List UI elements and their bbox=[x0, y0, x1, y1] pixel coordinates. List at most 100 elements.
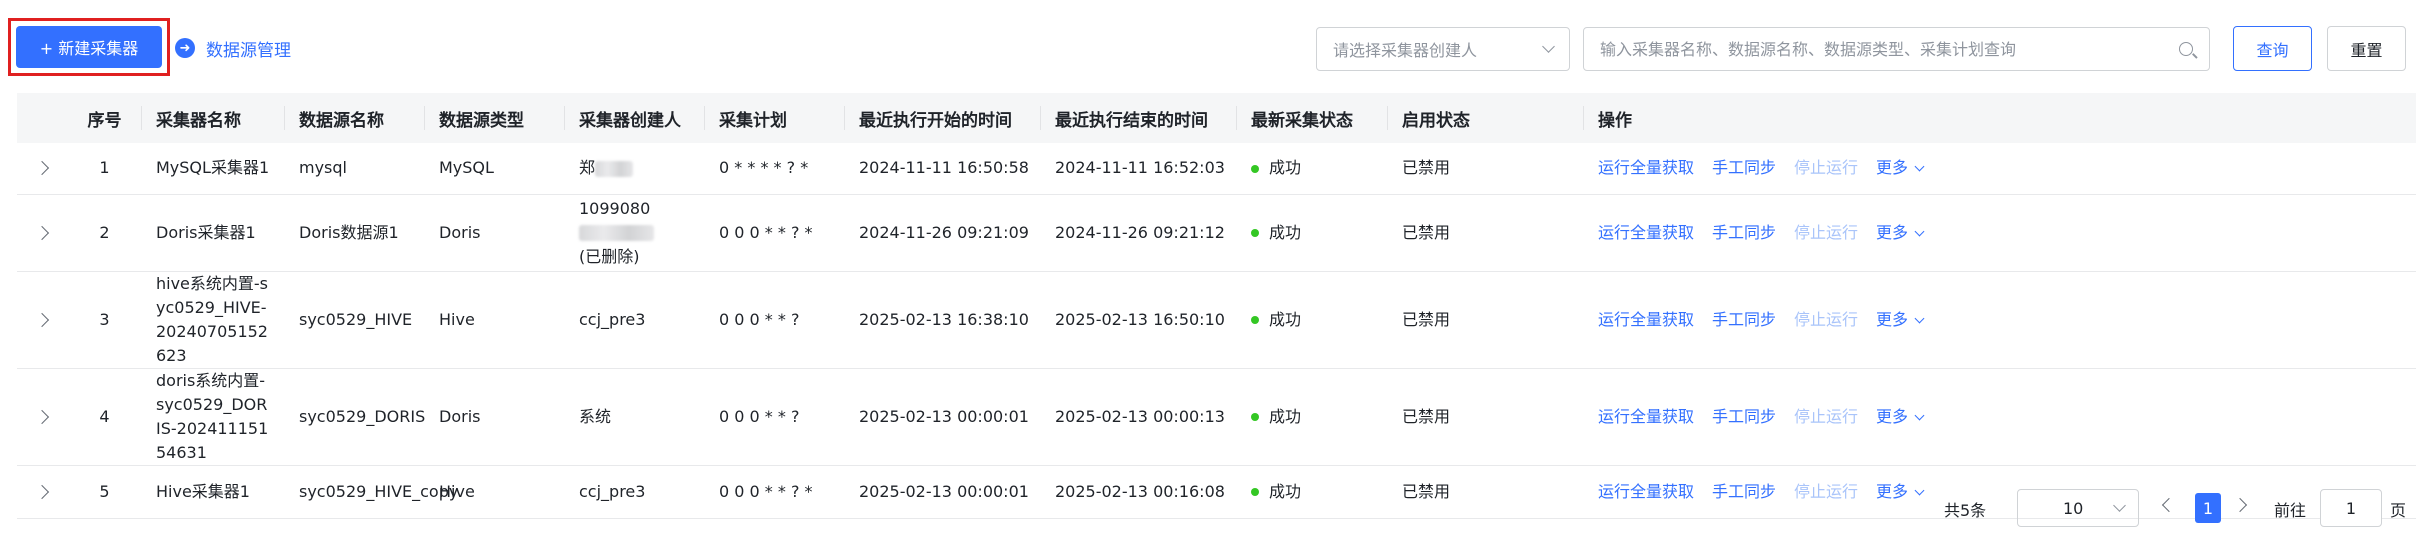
cell-last-status: 成功 bbox=[1237, 368, 1388, 466]
cell-enabled: 已禁用 bbox=[1388, 194, 1584, 272]
cell-last-status: 成功 bbox=[1237, 194, 1388, 272]
total-count: 共5条 bbox=[1944, 501, 1987, 520]
chevron-right-icon[interactable] bbox=[34, 225, 50, 240]
manual-sync-link[interactable]: 手工同步 bbox=[1712, 223, 1776, 242]
status-text: 成功 bbox=[1269, 309, 1302, 329]
search-icon[interactable] bbox=[2179, 42, 2193, 56]
cell-source-name: Doris数据源1 bbox=[285, 194, 425, 272]
prev-page-icon[interactable] bbox=[2161, 497, 2177, 513]
cell-index: 3 bbox=[67, 271, 142, 369]
query-button[interactable]: 查询 bbox=[2233, 26, 2312, 71]
cell-last-start: 2024-11-26 09:21:09 bbox=[845, 194, 1041, 272]
cell-collector-name: Doris采集器1 bbox=[142, 194, 285, 272]
header-expand bbox=[17, 93, 67, 143]
more-menu[interactable]: 更多 bbox=[1876, 407, 1925, 426]
more-label: 更多 bbox=[1876, 222, 1909, 242]
run-full-link[interactable]: 运行全量获取 bbox=[1598, 310, 1694, 329]
status-text: 成功 bbox=[1269, 406, 1302, 426]
cell-index: 4 bbox=[67, 368, 142, 466]
header-last-status: 最新采集状态 bbox=[1237, 93, 1388, 143]
cell-source-name: syc0529_HIVE bbox=[285, 271, 425, 369]
stop-run-link: 停止运行 bbox=[1794, 222, 1859, 242]
cell-index: 1 bbox=[67, 143, 142, 195]
status-dot-icon bbox=[1251, 229, 1259, 237]
next-page-icon[interactable] bbox=[2232, 497, 2248, 513]
more-menu[interactable]: 更多 bbox=[1876, 158, 1925, 177]
more-label: 更多 bbox=[1876, 309, 1909, 329]
cell-creator: 1099080 (已删除) bbox=[565, 194, 705, 272]
table-row: 2 Doris采集器1 Doris数据源1 Doris 1099080 (已删除… bbox=[17, 194, 2416, 272]
creator-name: 郑 bbox=[579, 158, 596, 178]
reset-button[interactable]: 重置 bbox=[2327, 26, 2406, 71]
header-source-name: 数据源名称 bbox=[285, 93, 425, 143]
manual-sync-link[interactable]: 手工同步 bbox=[1712, 407, 1776, 426]
run-full-link[interactable]: 运行全量获取 bbox=[1598, 223, 1694, 242]
header-last-start: 最近执行开始的时间 bbox=[845, 93, 1041, 143]
cell-collector-name: hive系统内置-syc0529_HIVE-20240705152623 bbox=[142, 271, 285, 369]
cell-last-status: 成功 bbox=[1237, 143, 1388, 195]
manual-sync-link[interactable]: 手工同步 bbox=[1712, 158, 1776, 177]
cell-last-start: 2025-02-13 00:00:01 bbox=[845, 368, 1041, 466]
row-expand bbox=[17, 194, 67, 272]
page-number-current[interactable]: 1 bbox=[2195, 493, 2221, 523]
arrow-right-circle-icon: ➜ bbox=[175, 38, 195, 58]
header-source-type: 数据源类型 bbox=[425, 93, 565, 143]
status-text: 成功 bbox=[1269, 158, 1302, 178]
chevron-right-icon[interactable] bbox=[34, 312, 50, 327]
header-plan: 采集计划 bbox=[705, 93, 845, 143]
cell-enabled: 已禁用 bbox=[1388, 368, 1584, 466]
new-collector-button[interactable]: + 新建采集器 bbox=[16, 26, 162, 68]
chevron-down-icon bbox=[1914, 161, 1925, 172]
header-index: 序号 bbox=[67, 93, 142, 143]
chevron-right-icon[interactable] bbox=[34, 161, 50, 176]
datasource-management-label: 数据源管理 bbox=[206, 40, 291, 61]
cell-plan: 0 0 0 * * ? bbox=[705, 368, 845, 466]
more-menu[interactable]: 更多 bbox=[1876, 222, 1925, 242]
cell-creator: 系统 bbox=[565, 368, 705, 466]
table-row: 1 MySQL采集器1 mysql MySQL 郑 0 * * * * ? * … bbox=[17, 143, 2416, 195]
header-actions: 操作 bbox=[1584, 93, 2416, 143]
cell-source-type: Doris bbox=[425, 368, 565, 466]
page-size-value: 10 bbox=[2063, 498, 2084, 518]
datasource-management-link[interactable]: ➜ 数据源管理 bbox=[175, 34, 291, 62]
cell-source-type: Doris bbox=[425, 194, 565, 272]
table-row: 4 doris系统内置-syc0529_DORIS-20241115154631… bbox=[17, 368, 2416, 466]
chevron-down-icon bbox=[1542, 40, 1555, 53]
search-field[interactable] bbox=[1583, 27, 2210, 71]
cell-collector-name: MySQL采集器1 bbox=[142, 143, 285, 195]
table-row: 3 hive系统内置-syc0529_HIVE-20240705152623 s… bbox=[17, 271, 2416, 369]
cell-last-start: 2025-02-13 16:38:10 bbox=[845, 271, 1041, 369]
run-full-link[interactable]: 运行全量获取 bbox=[1598, 407, 1694, 426]
cell-creator: 郑 bbox=[565, 143, 705, 195]
cell-last-end: 2025-02-13 00:00:13 bbox=[1041, 368, 1237, 466]
cell-creator: ccj_pre3 bbox=[565, 271, 705, 369]
page-unit-label: 页 bbox=[2390, 501, 2407, 520]
goto-page-input[interactable] bbox=[2320, 489, 2382, 527]
row-expand bbox=[17, 271, 67, 369]
stop-run-link: 停止运行 bbox=[1794, 309, 1859, 329]
more-menu[interactable]: 更多 bbox=[1876, 309, 1925, 329]
manual-sync-link[interactable]: 手工同步 bbox=[1712, 310, 1776, 329]
cell-enabled: 已禁用 bbox=[1388, 271, 1584, 369]
cell-source-name: syc0529_DORIS bbox=[285, 368, 425, 466]
cell-plan: 0 0 0 * * ? bbox=[705, 271, 845, 369]
stop-run-link: 停止运行 bbox=[1794, 406, 1859, 426]
cell-index: 2 bbox=[67, 194, 142, 272]
header-creator: 采集器创建人 bbox=[565, 93, 705, 143]
cell-plan: 0 0 0 * * ? * bbox=[705, 194, 845, 272]
page-size-select[interactable]: 10 bbox=[2017, 489, 2139, 527]
stop-run-link: 停止运行 bbox=[1794, 158, 1859, 178]
run-full-link[interactable]: 运行全量获取 bbox=[1598, 158, 1694, 177]
chevron-down-icon bbox=[1914, 410, 1925, 420]
table-header-row: 序号 采集器名称 数据源名称 数据源类型 采集器创建人 采集计划 最近执行开始的… bbox=[17, 93, 2416, 143]
row-expand bbox=[17, 368, 67, 466]
creator-select[interactable]: 请选择采集器创建人 bbox=[1316, 27, 1570, 71]
row-expand bbox=[17, 143, 67, 195]
cell-plan: 0 * * * * ? * bbox=[705, 143, 845, 195]
cell-actions: 运行全量获取 手工同步 停止运行 更多 bbox=[1584, 143, 2416, 195]
cell-source-type: Hive bbox=[425, 271, 565, 369]
creator-select-placeholder: 请选择采集器创建人 bbox=[1333, 41, 1478, 60]
search-input[interactable] bbox=[1600, 39, 2179, 59]
cell-enabled: 已禁用 bbox=[1388, 143, 1584, 195]
chevron-right-icon[interactable] bbox=[34, 409, 50, 424]
